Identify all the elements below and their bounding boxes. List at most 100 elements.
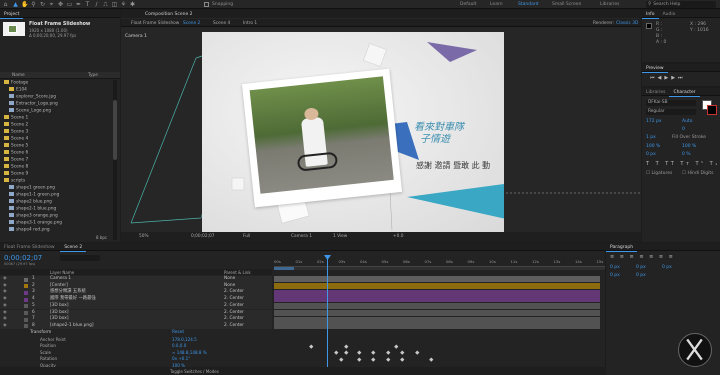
- time-ruler[interactable]: 00s 01s 02s 03s 04s 05s 06s 07s 08s 09s 10s 11s 12s 1…: [274, 257, 605, 267]
- stamp-tool-icon[interactable]: ⎍: [102, 1, 109, 8]
- tab-scene-2[interactable]: Scene 2: [183, 21, 200, 26]
- camera-tool-icon[interactable]: ⌖: [48, 1, 55, 8]
- search-help-field[interactable]: ⚲ Search Help: [646, 1, 716, 8]
- layer-duration-bar[interactable]: [274, 323, 600, 330]
- property-value[interactable]: ∞ 148.8,148.8 %: [172, 350, 207, 355]
- snapping-checkbox[interactable]: [204, 1, 209, 7]
- layer-duration-bar[interactable]: [274, 289, 600, 296]
- transform-reset[interactable]: Reset: [172, 330, 184, 335]
- align-buttons[interactable]: ≡ ≡ ≡ ≡ ≡ ≡ ≡: [610, 254, 675, 260]
- visibility-eye-icon[interactable]: ◉: [3, 310, 7, 317]
- faux-style-buttons[interactable]: T T TT Tт T¹ T₁: [646, 161, 720, 167]
- layer-row[interactable]: ◉ 8 [shape2-1 blue.png] 2. Center: [0, 322, 272, 330]
- parent-link-header[interactable]: Parent & Link: [224, 270, 251, 275]
- parent-dropdown[interactable]: 2. Center: [224, 296, 244, 303]
- keyframe-marker[interactable]: [309, 344, 314, 348]
- keyframe-marker[interactable]: [400, 357, 405, 361]
- name-column-header[interactable]: Name: [12, 73, 25, 78]
- keyframe-marker[interactable]: [371, 350, 376, 355]
- workspace-small-screen[interactable]: Small Screen: [552, 2, 581, 7]
- tab-project[interactable]: Project: [0, 10, 24, 19]
- tab-scene-4[interactable]: Scene 4: [213, 21, 230, 26]
- workspace-libraries[interactable]: Libraries: [600, 2, 619, 7]
- playback-controls-icon[interactable]: ⏮◀▶▶⏭: [650, 75, 686, 81]
- layer-duration-bar[interactable]: [274, 303, 600, 310]
- hand-tool-icon[interactable]: ✋: [21, 1, 28, 8]
- parent-dropdown[interactable]: 2. Center: [224, 289, 244, 296]
- layer-name-header[interactable]: Layer Name: [50, 270, 74, 275]
- photo-frame[interactable]: [241, 68, 403, 208]
- home-icon[interactable]: ⌂: [2, 1, 9, 8]
- label-color-swatch[interactable]: [24, 311, 28, 315]
- tab-character[interactable]: Character: [669, 88, 700, 97]
- label-color-swatch[interactable]: [24, 284, 28, 289]
- comp-timecode[interactable]: 0;00;02;07: [191, 234, 214, 239]
- property-value[interactable]: 0x +6.1°: [172, 356, 190, 361]
- layer-row[interactable]: ◉ 7 [3D box] 2. Center: [0, 316, 272, 323]
- layer-row[interactable]: ◉ 5 [3D box] 2. Center: [0, 302, 272, 310]
- keyframe-marker[interactable]: [415, 350, 420, 355]
- type-tool-icon[interactable]: T: [84, 1, 91, 8]
- pen-tool-icon[interactable]: ✒: [75, 1, 82, 8]
- workspace-learn[interactable]: Learn: [490, 2, 503, 7]
- tab-intro-1[interactable]: Intro 1: [243, 21, 257, 26]
- layer-duration-bar[interactable]: [274, 309, 600, 316]
- timeline-search-field[interactable]: [60, 255, 100, 261]
- keyframe-marker[interactable]: [344, 350, 349, 355]
- keyframe-marker[interactable]: [344, 344, 349, 348]
- indent-left[interactable]: 0 px: [610, 265, 620, 270]
- layer-row[interactable]: ◉ 4 國際 我帶最好 一路最強 2. Center: [0, 296, 272, 303]
- project-item[interactable]: Scene 3: [4, 129, 28, 136]
- project-item[interactable]: Scene 9: [4, 171, 28, 178]
- keyframe-marker[interactable]: [400, 350, 405, 355]
- project-item[interactable]: Scene 2: [4, 122, 28, 129]
- playhead[interactable]: [327, 257, 328, 369]
- vertical-scale-field[interactable]: 100 %: [646, 144, 660, 149]
- tab-scene-2-timeline[interactable]: Scene 2: [60, 243, 87, 252]
- keyframe-marker[interactable]: [386, 350, 391, 355]
- layer-name[interactable]: [3D box]: [50, 316, 69, 323]
- layer-row[interactable]: ◉ 3 感想分類讀 五系統 2. Center: [0, 289, 272, 296]
- layer-duration-bar[interactable]: [274, 283, 600, 289]
- slide-title-line2[interactable]: 子情遊: [420, 130, 450, 145]
- view-camera-dropdown[interactable]: Camera 1: [291, 234, 312, 239]
- project-item[interactable]: shape2 blue.png: [9, 199, 52, 206]
- visibility-eye-icon[interactable]: ◉: [3, 303, 7, 310]
- tab-info[interactable]: Info: [642, 10, 659, 19]
- baseline-field[interactable]: 0 px: [646, 152, 656, 157]
- parent-dropdown[interactable]: 2. Center: [224, 323, 244, 330]
- horizontal-scale-field[interactable]: 100 %: [682, 144, 696, 149]
- parent-dropdown[interactable]: 2. Center: [224, 303, 244, 310]
- layer-duration-bar[interactable]: [274, 296, 600, 303]
- project-item[interactable]: shape1-1 green.png: [9, 192, 59, 199]
- project-scrollbar[interactable]: [113, 80, 117, 240]
- tab-preview[interactable]: Preview: [642, 64, 668, 73]
- visibility-eye-icon[interactable]: ◉: [3, 276, 7, 283]
- property-value[interactable]: 0.0,0.0: [172, 343, 186, 348]
- layer-name[interactable]: Camera 1: [50, 276, 71, 283]
- zoom-tool-icon[interactable]: ⚲: [30, 1, 37, 8]
- keyframe-marker[interactable]: [371, 357, 376, 361]
- label-color-swatch[interactable]: [24, 304, 28, 309]
- rotate-tool-icon[interactable]: ↻: [39, 1, 46, 8]
- project-item[interactable]: explorer_Score.jpg: [9, 94, 56, 101]
- project-item[interactable]: E104: [9, 87, 27, 94]
- label-color-swatch[interactable]: [24, 290, 28, 295]
- project-item[interactable]: shape1 green.png: [9, 185, 55, 192]
- current-time-display[interactable]: 0;00;02;07: [4, 254, 42, 262]
- views-dropdown[interactable]: 1 View: [333, 234, 347, 239]
- visibility-eye-icon[interactable]: ◉: [3, 296, 7, 303]
- layer-name[interactable]: [shape2-1 blue.png]: [50, 323, 94, 330]
- project-item[interactable]: Extractor_Logo.png: [9, 101, 58, 108]
- exposure-value[interactable]: +0.0: [393, 234, 403, 239]
- layer-row[interactable]: ◉ 1 Camera 1 None: [0, 276, 272, 283]
- project-item[interactable]: Scene 7: [4, 157, 28, 164]
- visibility-eye-icon[interactable]: ◉: [3, 323, 7, 330]
- label-color-swatch[interactable]: [24, 297, 28, 302]
- layer-name[interactable]: 感想分類讀 五系統: [50, 289, 86, 296]
- roto-tool-icon[interactable]: ⚘: [120, 1, 127, 8]
- renderer-value[interactable]: Classic 3D: [616, 21, 638, 26]
- tracking-field[interactable]: 0: [682, 127, 685, 132]
- tab-float-frame-timeline[interactable]: Float Frame Slideshow: [0, 243, 59, 251]
- font-size-field[interactable]: 172 px: [646, 119, 662, 124]
